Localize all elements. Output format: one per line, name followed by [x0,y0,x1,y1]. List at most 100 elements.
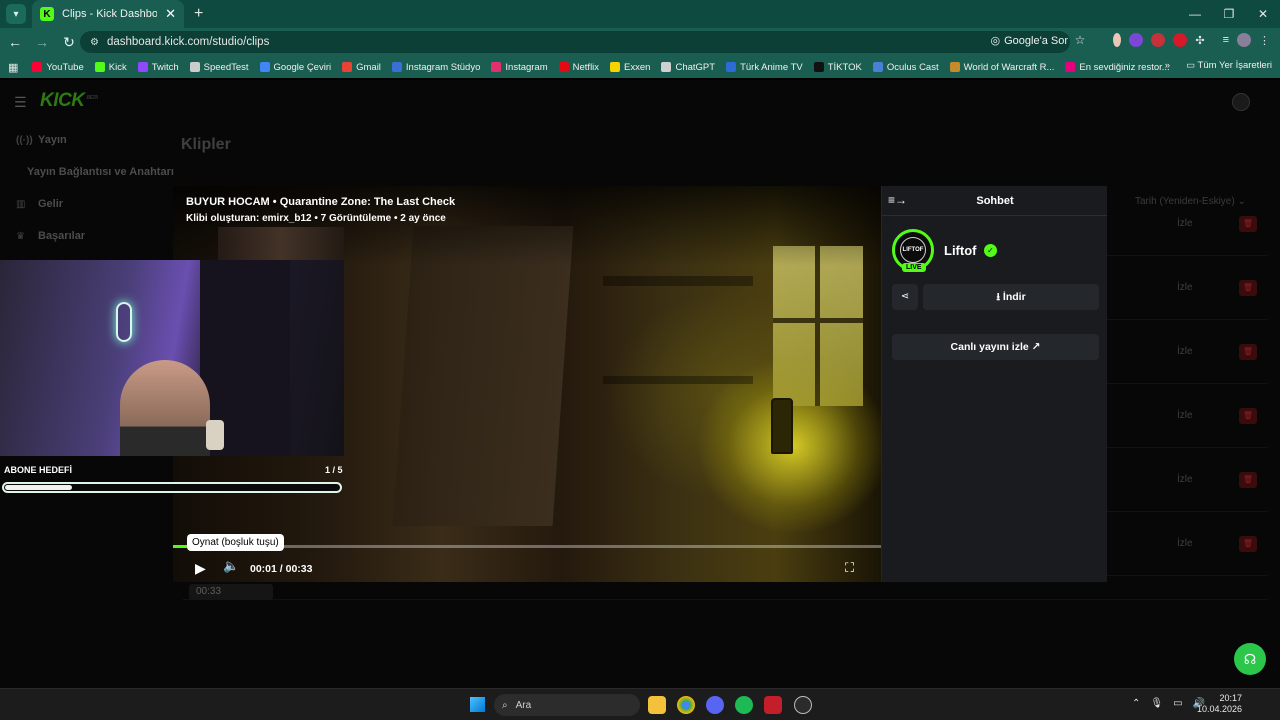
site-info-icon[interactable]: ⚙ [90,37,99,48]
bookmark-item[interactable]: SpeedTest [189,61,249,73]
back-button[interactable]: ← [3,34,27,50]
forward-button[interactable]: → [30,34,54,50]
folder-icon: ▭ [1186,60,1196,71]
user-avatar[interactable] [1232,93,1250,111]
bookmark-star-icon[interactable]: ☆ [1075,33,1086,47]
taskbar-search-label: Ara [515,699,532,711]
delete-button[interactable]: 🗑 [1239,344,1257,360]
watch-live-button[interactable]: Canlı yayını izle ↗ [892,334,1099,360]
watch-link[interactable]: İzle [1177,218,1193,229]
channel-name[interactable]: Liftof [944,243,976,258]
sidebar-item-basarilar[interactable]: ♛ Başarılar [0,220,175,252]
watch-link[interactable]: İzle [1177,538,1193,549]
bookmark-favicon-icon [391,62,402,72]
bookmark-item[interactable]: Twitch [137,62,179,73]
google-ask-button[interactable]: ◎ Google'a Sor [991,34,1068,48]
media-control-icon[interactable]: ≡ [1223,34,1229,46]
window-controls: — ❐ ✕ [1178,0,1280,28]
bookmark-label: Google Çeviri [273,61,332,73]
extension-icon[interactable] [1173,33,1188,47]
sidebar-item-stream-key[interactable]: Yayın Bağlantısı ve Anahtarı [0,156,175,188]
bookmark-favicon-icon [872,62,883,72]
url-field[interactable]: ⚙ dashboard.kick.com/studio/clips [80,31,1070,53]
bookmark-item[interactable]: TİKTOK [813,62,862,73]
close-tab-icon[interactable]: ✕ [165,6,176,22]
play-button[interactable]: ▶ [195,560,206,577]
volume-icon[interactable]: 🔈 [223,558,239,574]
reload-button[interactable]: ↻ [57,34,81,51]
bookmark-item[interactable]: Netflix [558,62,599,73]
network-icon[interactable]: ▭ [1173,698,1182,709]
bookmark-item[interactable]: En sevdiğiniz restor... [1065,62,1170,73]
broadcast-icon: ((·)) [16,134,33,146]
clip-duration: 00:33 [196,586,222,597]
sidebar-item-gelir[interactable]: ▥ Gelir [0,188,175,220]
watch-link[interactable]: İzle [1177,282,1193,293]
clock[interactable]: 20:17 10.04.2026 [1197,693,1242,715]
minimize-button[interactable]: — [1178,0,1212,28]
profile-avatar[interactable] [1237,33,1251,47]
file-explorer-icon[interactable] [648,696,666,714]
bookmark-item[interactable]: Exxen [610,62,650,73]
obs-icon[interactable] [794,696,812,714]
extensions-puzzle-icon[interactable]: ✣ [1195,34,1204,47]
kick-logo[interactable]: KICK BETA [40,90,98,112]
help-chat-button[interactable]: ☊ [1234,643,1266,675]
sidebar-item-yayin[interactable]: ((·)) Yayın [0,124,175,156]
watch-link[interactable]: İzle [1177,346,1193,357]
share-button[interactable]: ⋖ [892,284,918,310]
chevron-up-icon[interactable]: ⌃ [1132,698,1140,709]
bookmark-item[interactable]: Instagram Stüdyo [391,62,480,73]
scene-window [773,246,863,406]
bookmark-item[interactable]: ChatGPT [661,62,715,73]
windows-start-icon[interactable] [470,697,485,712]
microphone-icon[interactable]: 🎙 [1150,698,1163,709]
active-tab[interactable]: K Clips - Kick Dashboard ✕ [32,0,184,28]
all-bookmarks-button[interactable]: ▭ Tüm Yer İşaretleri [1186,60,1272,71]
microphone [206,420,224,450]
table-row[interactable]: 00:33 [183,580,1268,600]
fullscreen-icon[interactable]: ⛶ [845,560,854,576]
spotify-icon[interactable] [735,696,753,714]
bookmark-item[interactable]: World of Warcraft R... [949,62,1054,73]
restore-button[interactable]: ❐ [1212,0,1246,28]
bookmark-item[interactable]: Gmail [342,62,381,73]
headset-icon: ☊ [1243,651,1257,667]
delete-button[interactable]: 🗑 [1239,536,1257,552]
bookmark-favicon-icon [189,62,200,72]
delete-button[interactable]: 🗑 [1239,472,1257,488]
delete-button[interactable]: 🗑 [1239,408,1257,424]
bookmark-label: Kick [108,61,127,73]
more-bookmarks-icon[interactable]: » [1165,60,1170,71]
taskbar-search[interactable]: ⌕ Ara [494,694,640,716]
bookmark-label: SpeedTest [203,61,249,73]
bookmark-item[interactable]: Google Çeviri [259,61,332,73]
extension-icon[interactable] [1129,33,1144,47]
download-icon: ⭳ [996,291,1003,303]
streaming-app-icon[interactable] [764,696,782,714]
bookmark-item[interactable]: Oculus Cast [872,62,939,73]
watch-link[interactable]: İzle [1177,474,1193,485]
top-navigation: ☰ KICK BETA [0,80,1280,124]
apps-grid-icon[interactable]: ▦ [8,61,18,74]
bookmark-item[interactable]: Türk Anime TV [726,62,803,73]
bookmark-item[interactable]: Instagram [491,62,548,73]
delete-button[interactable]: 🗑 [1239,216,1257,232]
chrome-icon[interactable] [677,696,695,714]
new-tab-button[interactable]: + [194,5,203,23]
download-button[interactable]: ⭳ İndir [923,284,1099,310]
bookmark-item[interactable]: YouTube [32,62,84,73]
extension-icon[interactable] [1151,33,1166,47]
discord-icon[interactable] [706,696,724,714]
kick-favicon-icon: K [40,7,54,21]
close-window-button[interactable]: ✕ [1246,0,1280,28]
watch-link[interactable]: İzle [1177,410,1193,421]
browser-menu-icon[interactable]: ⋮ [1259,34,1270,47]
bookmark-favicon-icon [259,62,270,72]
extension-icon[interactable] [1113,33,1122,47]
delete-button[interactable]: 🗑 [1239,280,1257,296]
menu-icon[interactable]: ☰ [14,94,27,111]
bookmark-item[interactable]: Kick [94,61,127,73]
sidebar-item-label: Gelir [38,198,64,210]
tab-search-button[interactable]: ▾ [6,4,26,24]
